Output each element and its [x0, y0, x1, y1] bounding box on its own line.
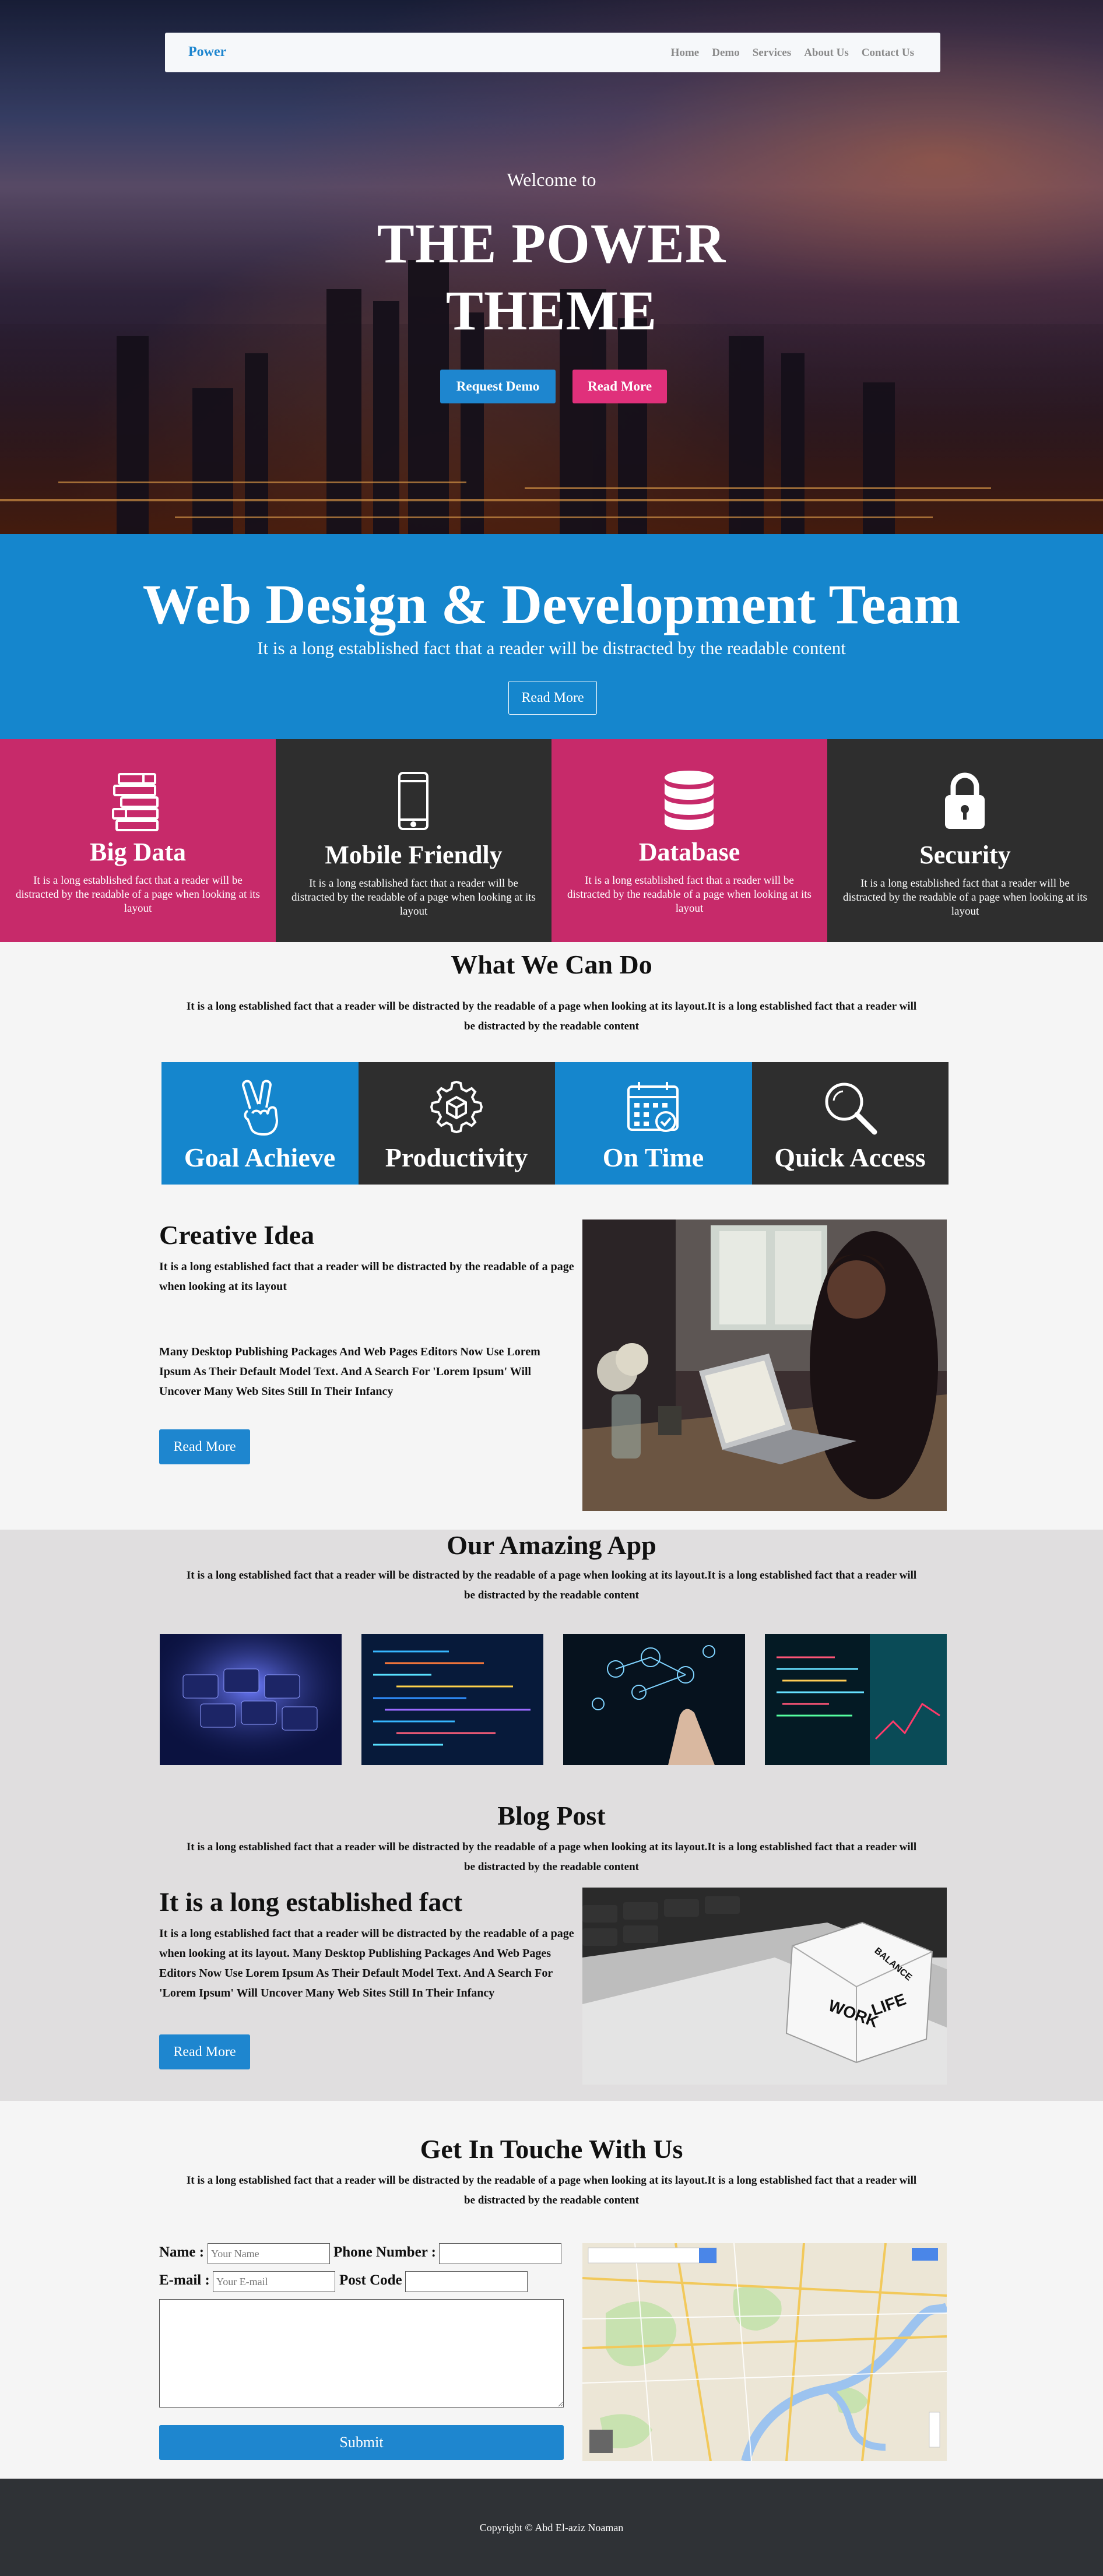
- blog-read-more-button[interactable]: Read More: [159, 2034, 250, 2069]
- gear-box-icon: [430, 1080, 483, 1134]
- blog-post-text: It is a long established fact that a rea…: [159, 1927, 574, 1999]
- feature-big-data: Big Data It is a long established fact t…: [0, 739, 276, 942]
- team-section: Web Design & Development Team It is a lo…: [0, 534, 1103, 739]
- features-section: Big Data It is a long established fact t…: [0, 739, 1103, 942]
- nav-link-about[interactable]: About Us: [804, 47, 849, 59]
- hero-welcome-text: Welcome to: [507, 169, 596, 190]
- email-label: E-mail :: [159, 2272, 210, 2288]
- team-read-more-button[interactable]: Read More: [508, 681, 597, 715]
- hero-section: Power Home Demo Services About Us Contac…: [0, 0, 1103, 534]
- mobile-phone-icon: [398, 772, 428, 830]
- feature-text: It is a long established fact that a rea…: [843, 877, 1087, 918]
- gallery-image-data[interactable]: [765, 1634, 947, 1765]
- hero-read-more-button[interactable]: Read More: [572, 370, 667, 403]
- app-gallery: [160, 1634, 947, 1765]
- services-row: Goal Achieve Productivity On Time Quick …: [161, 1062, 949, 1185]
- service-productivity: Productivity: [358, 1062, 555, 1185]
- work-life-balance-photo: WORK LIFE BALANCE: [582, 1888, 947, 2085]
- hero-title-line1: THE POWER: [377, 212, 726, 275]
- service-title: Productivity: [385, 1143, 528, 1172]
- books-icon: [112, 773, 159, 831]
- gallery-image-keyboard[interactable]: [160, 1634, 342, 1765]
- nav-link-contact[interactable]: Contact Us: [862, 47, 914, 59]
- what-we-can-do-subtitle: It is a long established fact that a rea…: [186, 1000, 917, 1032]
- blog-post-heading: It is a long established fact: [159, 1887, 463, 1917]
- feature-database: Database It is a long established fact t…: [552, 739, 827, 942]
- service-title: Goal Achieve: [184, 1143, 336, 1172]
- padlock-icon: [945, 772, 985, 829]
- name-label: Name :: [159, 2244, 205, 2260]
- nav-link-demo[interactable]: Demo: [712, 47, 739, 59]
- nav-link-services[interactable]: Services: [753, 47, 791, 59]
- man-laptop-photo: [582, 1220, 947, 1511]
- feature-text: It is a long established fact that a rea…: [291, 877, 536, 918]
- contact-title: Get In Touche With Us: [420, 2134, 683, 2164]
- location-map[interactable]: [582, 2243, 947, 2461]
- database-icon: [665, 771, 714, 830]
- amazing-app-title: Our Amazing App: [447, 1530, 656, 1560]
- feature-text: It is a long established fact that a rea…: [16, 874, 260, 915]
- creative-idea-intro: It is a long established fact that a rea…: [159, 1260, 574, 1293]
- calendar-check-icon: [627, 1082, 679, 1132]
- post-code-input[interactable]: [405, 2271, 528, 2292]
- contact-subtitle: It is a long established fact that a rea…: [186, 2174, 917, 2206]
- copyright-text: Copyright © Abd El-aziz Noaman: [479, 2522, 624, 2533]
- top-navbar: Power Home Demo Services About Us Contac…: [165, 33, 940, 72]
- email-input[interactable]: [213, 2271, 335, 2292]
- hero-title: THE POWER THEME: [0, 210, 1103, 344]
- feature-title: Security: [919, 841, 1011, 869]
- feature-title: Big Data: [90, 838, 186, 866]
- feature-text: It is a long established fact that a rea…: [567, 874, 812, 915]
- submit-button[interactable]: Submit: [159, 2425, 564, 2460]
- brand-logo[interactable]: Power: [188, 44, 226, 60]
- creative-read-more-button[interactable]: Read More: [159, 1429, 250, 1464]
- creative-idea-text: Many Desktop Publishing Packages And Web…: [159, 1345, 540, 1398]
- hero-title-line2: THEME: [445, 279, 658, 342]
- team-subtitle: It is a long established fact that a rea…: [257, 638, 846, 658]
- name-input[interactable]: [208, 2243, 330, 2264]
- message-textarea[interactable]: [159, 2299, 564, 2408]
- phone-input[interactable]: [439, 2243, 561, 2264]
- nav-link-home[interactable]: Home: [671, 47, 700, 59]
- page-footer: Copyright © Abd El-aziz Noaman: [0, 2479, 1103, 2576]
- blog-post-title: Blog Post: [497, 1801, 606, 1830]
- feature-security: Security It is a long established fact t…: [827, 739, 1103, 942]
- request-demo-button[interactable]: Request Demo: [440, 370, 556, 403]
- service-goal-achieve: Goal Achieve: [161, 1062, 359, 1185]
- feature-mobile-friendly: Mobile Friendly It is a long established…: [276, 739, 552, 942]
- gallery-image-touch[interactable]: [563, 1634, 745, 1765]
- post-code-label: Post Code: [339, 2272, 402, 2288]
- gallery-image-code[interactable]: [361, 1634, 543, 1765]
- feature-title: Database: [638, 838, 740, 866]
- phone-label: Phone Number :: [333, 2244, 436, 2260]
- service-quick-access: Quick Access: [751, 1062, 949, 1185]
- service-title: On Time: [602, 1143, 704, 1172]
- service-on-time: On Time: [555, 1062, 752, 1185]
- service-title: Quick Access: [774, 1143, 926, 1172]
- feature-title: Mobile Friendly: [325, 841, 503, 869]
- team-title: Web Design & Development Team: [142, 573, 961, 635]
- amazing-app-subtitle: It is a long established fact that a rea…: [186, 1569, 917, 1601]
- blog-post-subtitle: It is a long established fact that a rea…: [186, 1841, 917, 1873]
- creative-idea-title: Creative Idea: [159, 1220, 315, 1250]
- nav-links: Home Demo Services About Us Contact Us: [671, 47, 914, 59]
- what-we-can-do-title: What We Can Do: [451, 950, 652, 979]
- magnifier-icon: [825, 1083, 877, 1135]
- victory-hand-icon: [242, 1080, 278, 1136]
